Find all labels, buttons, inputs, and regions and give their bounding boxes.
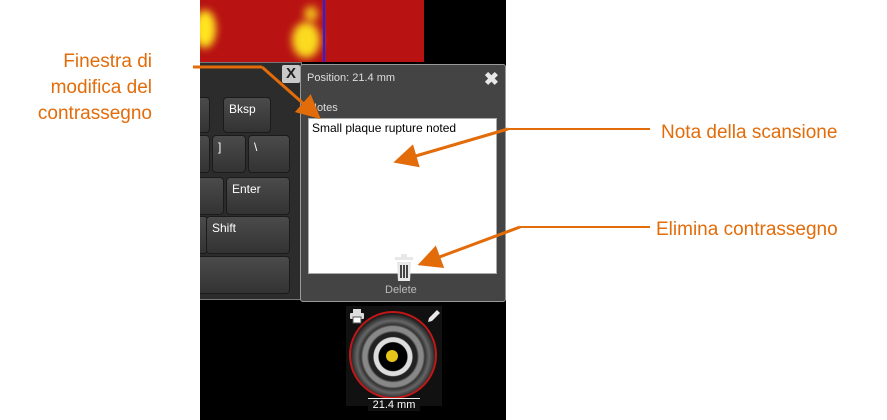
close-icon[interactable]: ✖ — [484, 69, 499, 90]
delete-button-label[interactable]: Delete — [385, 284, 417, 296]
pencil-icon[interactable] — [426, 308, 442, 329]
keyboard-key[interactable] — [200, 135, 210, 173]
trash-icon[interactable] — [393, 254, 415, 287]
keyboard-key-backslash[interactable]: \ — [248, 135, 290, 173]
keyboard-key-shift[interactable]: Shift — [206, 216, 290, 254]
notes-textarea[interactable]: Small plaque rupture noted — [308, 118, 497, 274]
print-icon[interactable] — [349, 308, 365, 329]
position-cursor-line[interactable] — [323, 0, 325, 62]
longitudinal-heatmap — [200, 0, 424, 62]
keyboard-key-bracket[interactable]: ] — [212, 135, 246, 173]
keyboard-key[interactable] — [200, 177, 224, 215]
keyboard-key[interactable] — [200, 97, 210, 133]
notes-label: Notes — [309, 102, 338, 114]
keyboard-key-enter[interactable]: Enter — [226, 177, 290, 215]
catheter-marker — [386, 350, 398, 362]
device-screen: X Bksp ] \ Enter Shift Position: 21.4 mm… — [200, 0, 506, 420]
callout-delete-marker: Elimina contrassegno — [656, 219, 838, 240]
position-label: Position: 21.4 mm — [307, 72, 396, 84]
distance-label: 21.4 mm — [368, 398, 420, 411]
marker-edit-window: Position: 21.4 mm ✖ Notes Small plaque r… — [300, 64, 506, 302]
keyboard-key-bksp[interactable]: Bksp — [223, 97, 271, 133]
callout-edit-window: Finestra di modifica del contrassegno — [37, 51, 152, 124]
onscreen-keyboard: X Bksp ] \ Enter Shift — [200, 62, 302, 300]
frame-thumbnail[interactable]: 21.4 mm — [346, 306, 442, 411]
keyboard-key-space[interactable] — [200, 256, 290, 294]
keyboard-close-button[interactable]: X — [282, 65, 300, 83]
callout-scan-note: Nota della scansione — [661, 122, 838, 143]
